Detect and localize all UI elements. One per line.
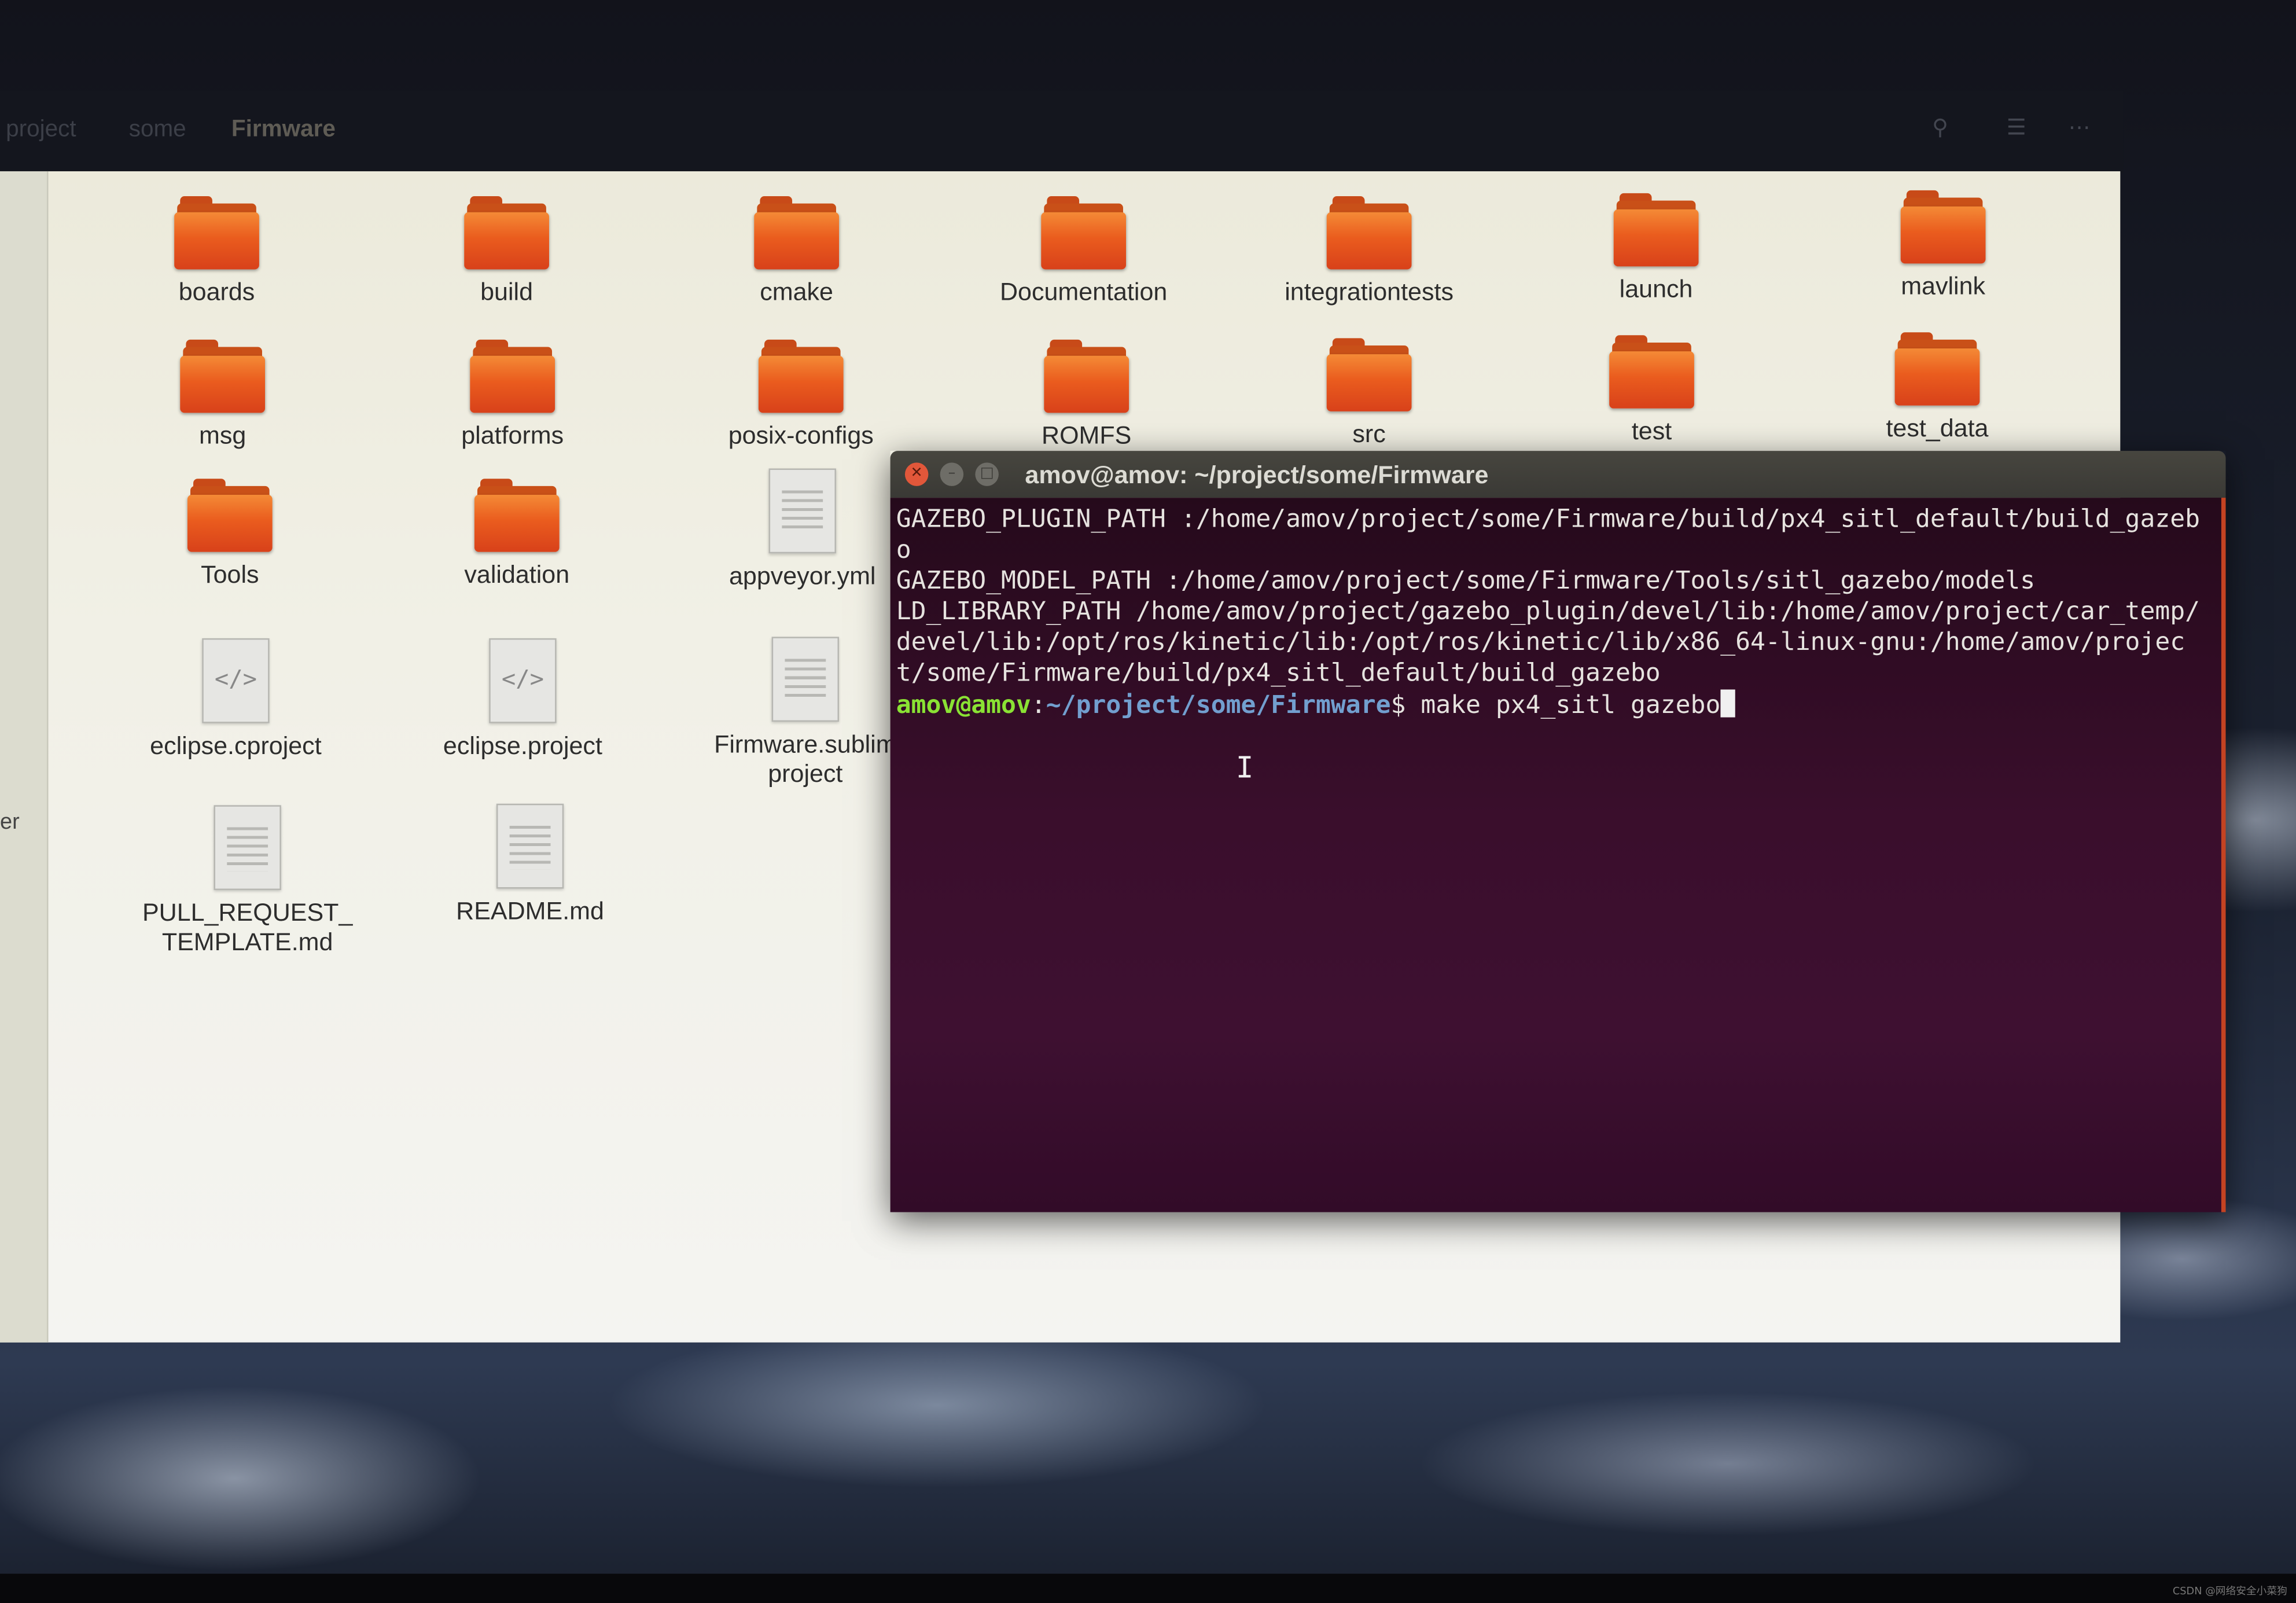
folder-icon xyxy=(1894,332,1980,406)
code-file-icon: </> xyxy=(489,638,557,723)
file-name: appveyor.yml xyxy=(729,562,876,590)
file-name: eclipse.cproject xyxy=(150,731,322,760)
file-name: eclipse.project xyxy=(443,731,602,760)
terminal-output: GAZEBO_PLUGIN_PATH :/home/amov/project/s… xyxy=(896,505,2201,688)
file-name: README.md xyxy=(456,897,604,925)
file-name: src xyxy=(1352,420,1386,448)
file-name: build xyxy=(480,278,533,306)
folder-icon xyxy=(758,339,844,413)
file-item-src[interactable]: src xyxy=(1259,338,1479,449)
file-name: ROMFS xyxy=(1042,421,1132,450)
maximize-icon[interactable]: □ xyxy=(975,462,999,486)
search-icon[interactable]: ⚲ xyxy=(1927,114,1953,141)
command-input[interactable]: make px4_sitl gazebo xyxy=(1421,691,1720,720)
list-view-icon[interactable]: ☰ xyxy=(2003,114,2030,141)
file-item-firmware-sublime[interactable]: Firmware.sublim project xyxy=(696,637,915,789)
file-item-build[interactable]: build xyxy=(397,196,617,307)
close-icon[interactable]: ✕ xyxy=(904,462,929,486)
text-file-icon xyxy=(768,468,836,554)
prompt-symbol: $ xyxy=(1390,691,1421,720)
folder-icon xyxy=(187,479,273,552)
file-item-eclipse-project[interactable]: </> eclipse.project xyxy=(413,638,633,761)
breadcrumb-firmware[interactable]: Firmware xyxy=(231,117,336,144)
file-name: msg xyxy=(199,421,246,450)
file-item-validation[interactable]: validation xyxy=(407,479,627,590)
file-name: Documentation xyxy=(999,278,1168,306)
terminal-title: amov@amov: ~/project/some/Firmware xyxy=(1025,461,1489,489)
terminal-titlebar[interactable]: ✕ – □ amov@amov: ~/project/some/Firmware xyxy=(890,451,2226,498)
minimize-icon[interactable]: – xyxy=(940,462,964,486)
file-item-romfs[interactable]: ROMFS xyxy=(977,339,1197,451)
text-file-icon xyxy=(214,805,281,891)
folder-icon xyxy=(754,196,840,270)
folder-icon xyxy=(1609,335,1694,409)
watermark-text: CSDN @网络安全小菜狗 xyxy=(2172,1585,2287,1597)
prompt-user: amov@amov xyxy=(896,691,1031,720)
folder-icon xyxy=(180,339,266,413)
file-item-boards[interactable]: boards xyxy=(107,196,327,307)
prompt-separator: : xyxy=(1031,691,1046,720)
terminal-text[interactable]: GAZEBO_PLUGIN_PATH :/home/amov/project/s… xyxy=(896,505,2211,722)
mouse-ibeam-cursor: I xyxy=(1235,749,1254,785)
folder-icon xyxy=(470,339,555,413)
folder-icon xyxy=(1900,190,1986,264)
folder-icon xyxy=(1044,339,1129,413)
file-name: launch xyxy=(1619,275,1693,303)
file-name: posix-configs xyxy=(728,421,874,450)
file-name: Tools xyxy=(201,560,259,589)
places-sidebar xyxy=(0,171,49,1343)
folder-icon xyxy=(1041,196,1127,270)
file-item-test-data[interactable]: test_data xyxy=(1827,332,2047,443)
file-name: Firmware.sublim project xyxy=(714,730,897,788)
file-item-mavlink[interactable]: mavlink xyxy=(1833,190,2053,302)
file-name: test xyxy=(1631,417,1672,446)
text-file-icon xyxy=(771,637,840,722)
folder-icon xyxy=(174,196,259,270)
file-item-integrationtests[interactable]: integrationtests xyxy=(1259,196,1479,307)
file-name: cmake xyxy=(760,278,833,306)
file-item-posix-configs[interactable]: posix-configs xyxy=(691,339,911,451)
file-name: PULL_REQUEST_ TEMPLATE.md xyxy=(142,899,353,956)
file-item-documentation[interactable]: Documentation xyxy=(974,196,1194,307)
file-name: boards xyxy=(178,278,255,306)
file-item-readme[interactable]: README.md xyxy=(420,803,640,926)
folder-icon xyxy=(464,196,549,270)
screen-bezel xyxy=(0,1573,2296,1603)
terminal-body[interactable]: GAZEBO_PLUGIN_PATH :/home/amov/project/s… xyxy=(890,498,2226,1212)
code-file-icon: </> xyxy=(202,638,270,723)
folder-icon xyxy=(1326,196,1412,270)
file-name: test_data xyxy=(1886,414,1989,442)
breadcrumb-some[interactable]: some xyxy=(129,117,186,144)
text-file-icon xyxy=(496,803,564,889)
file-item-appveyor[interactable]: appveyor.yml xyxy=(693,468,912,591)
file-item-platforms[interactable]: platforms xyxy=(403,339,623,451)
file-name: platforms xyxy=(461,421,564,450)
file-item-test[interactable]: test xyxy=(1542,335,1762,446)
breadcrumb-project[interactable]: project xyxy=(6,117,76,144)
file-item-pull-request-template[interactable]: PULL_REQUEST_ TEMPLATE.md xyxy=(138,805,358,957)
sidebar-partial-label[interactable]: er xyxy=(0,810,20,834)
folder-icon xyxy=(1613,193,1699,267)
file-item-tools[interactable]: Tools xyxy=(120,479,340,590)
file-item-launch[interactable]: launch xyxy=(1546,193,1766,304)
grid-view-icon[interactable]: ⋯ xyxy=(2066,114,2093,141)
file-item-cmake[interactable]: cmake xyxy=(687,196,907,307)
file-name: validation xyxy=(464,560,570,589)
file-item-msg[interactable]: msg xyxy=(113,339,333,451)
file-name: mavlink xyxy=(1901,272,1986,300)
folder-icon xyxy=(1326,338,1412,411)
file-item-eclipse-cproject[interactable]: </> eclipse.cproject xyxy=(126,638,346,761)
terminal-window[interactable]: ✕ – □ amov@amov: ~/project/some/Firmware… xyxy=(890,451,2226,1212)
text-cursor xyxy=(1720,689,1735,718)
prompt-path: ~/project/some/Firmware xyxy=(1046,691,1391,720)
file-name: integrationtests xyxy=(1285,278,1454,306)
folder-icon xyxy=(474,479,560,552)
